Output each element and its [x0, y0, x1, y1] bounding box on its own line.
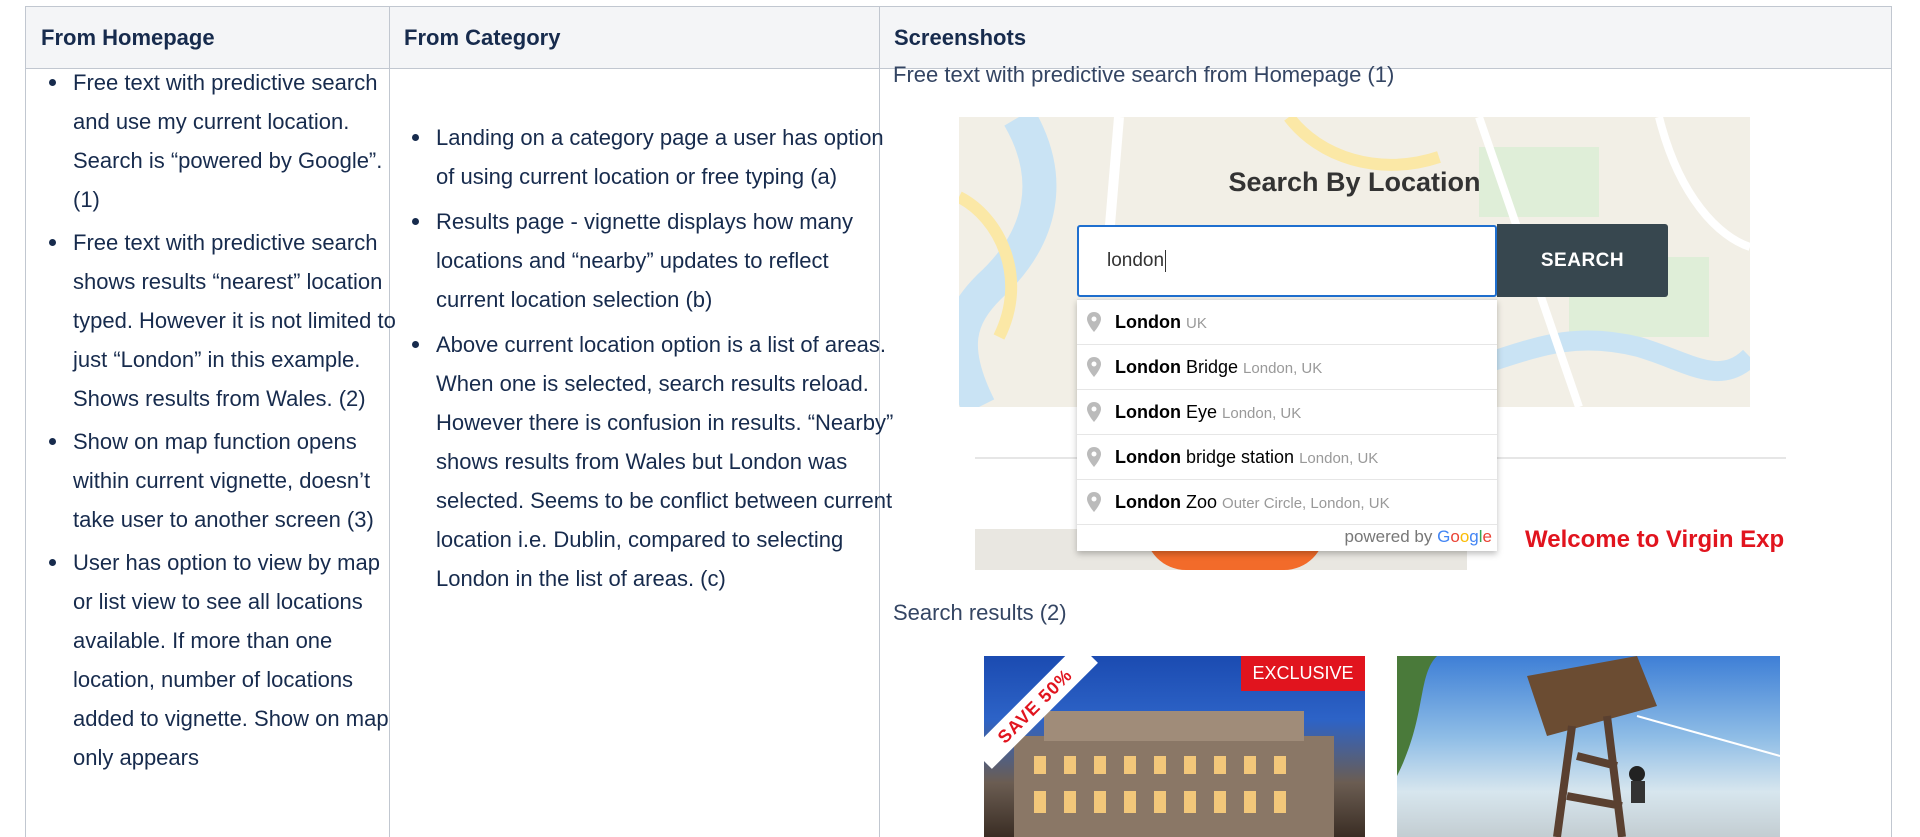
- list-item: Free text with predictive search and use…: [41, 63, 401, 219]
- suggestion-secondary: UK: [1186, 315, 1207, 332]
- suggestion-main: London: [1115, 492, 1181, 512]
- google-letter: o: [1450, 527, 1460, 546]
- header-from-category: From Category: [404, 25, 561, 50]
- powered-by-label: powered by: [1344, 527, 1433, 546]
- suggestion-item[interactable]: London Eye London, UK: [1077, 390, 1497, 435]
- suggestion-item[interactable]: London bridge station London, UK: [1077, 435, 1497, 480]
- zipline-tower-icon: [1397, 656, 1780, 837]
- google-letter: e: [1482, 527, 1492, 546]
- text-caret: [1165, 249, 1167, 272]
- list-item: Landing on a category page a user has op…: [404, 118, 894, 196]
- location-search-input[interactable]: london: [1077, 225, 1497, 297]
- screenshot-caption-2: Search results (2): [893, 600, 1067, 625]
- list-item: Show on map function opens within curren…: [41, 422, 401, 539]
- suggestion-main: London: [1115, 447, 1181, 467]
- list-item: Free text with predictive search shows r…: [41, 223, 401, 418]
- suggestion-main: London: [1115, 357, 1181, 377]
- homepage-notes-list: Free text with predictive search and use…: [41, 63, 401, 781]
- suggestion-rest: Bridge: [1180, 357, 1239, 377]
- map-pin-icon: [1087, 357, 1101, 377]
- header-from-homepage: From Homepage: [41, 25, 215, 50]
- suggestion-rest: Zoo: [1180, 492, 1218, 512]
- suggestion-item[interactable]: London Zoo Outer Circle, London, UK: [1077, 480, 1497, 525]
- screenshot-caption-1: Free text with predictive search from Ho…: [893, 62, 1395, 87]
- suggestion-secondary: Outer Circle, London, UK: [1222, 495, 1390, 512]
- suggestion-secondary: London, UK: [1299, 450, 1379, 467]
- suggestion-item[interactable]: London UK: [1077, 300, 1497, 345]
- suggestion-main: London: [1115, 402, 1181, 422]
- powered-by-google: powered by Google: [1344, 527, 1492, 547]
- exclusive-badge: EXCLUSIVE: [1241, 656, 1365, 691]
- list-item: Results page - vignette displays how man…: [404, 202, 894, 319]
- suggestion-item[interactable]: London Bridge London, UK: [1077, 345, 1497, 390]
- table-header-row: From Homepage From Category Screenshots: [26, 7, 1891, 69]
- category-notes-list: Landing on a category page a user has op…: [404, 118, 894, 604]
- google-letter: G: [1437, 527, 1451, 546]
- header-screenshots: Screenshots: [894, 25, 1027, 50]
- treetop-photo[interactable]: [1397, 656, 1780, 837]
- map-pin-icon: [1087, 402, 1101, 422]
- suggestion-secondary: London, UK: [1222, 405, 1302, 422]
- list-item: Above current location option is a list …: [404, 325, 894, 598]
- location-search-value: london: [1107, 250, 1165, 271]
- google-letter: g: [1469, 527, 1479, 546]
- google-logo: Google: [1437, 527, 1492, 546]
- google-letter: o: [1459, 527, 1470, 546]
- suggestion-rest: Eye: [1180, 402, 1218, 422]
- autocomplete-dropdown: London UK London Bridge London, UK Londo…: [1077, 299, 1497, 551]
- suggestion-main: London: [1115, 312, 1181, 332]
- search-button[interactable]: SEARCH: [1497, 224, 1668, 297]
- welcome-heading: Welcome to Virgin Exp: [1525, 526, 1785, 553]
- suggestion-secondary: London, UK: [1243, 360, 1323, 377]
- map-pin-icon: [1087, 312, 1101, 332]
- list-item: User has option to view by map or list v…: [41, 543, 401, 777]
- suggestion-rest: bridge station: [1180, 447, 1295, 467]
- search-by-location-title: Search By Location: [1228, 167, 1481, 197]
- map-pin-icon: [1087, 447, 1101, 467]
- map-pin-icon: [1087, 492, 1101, 512]
